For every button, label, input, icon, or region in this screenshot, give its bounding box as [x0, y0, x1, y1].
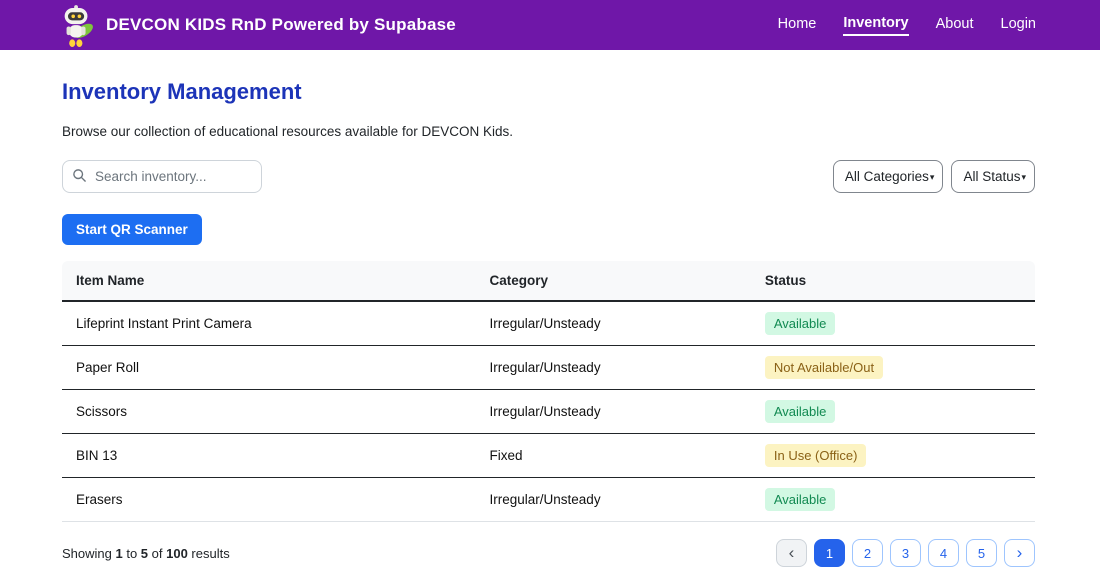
page-title: Inventory Management	[62, 79, 1035, 105]
status-select-value: All Status	[963, 169, 1020, 184]
item-name-cell: Lifeprint Instant Print Camera	[62, 301, 476, 346]
category-select[interactable]: All Categories ▾	[833, 160, 944, 193]
nav-link-inventory[interactable]: Inventory	[843, 15, 908, 36]
brand-title: DEVCON KIDS RnD Powered by Supabase	[106, 15, 456, 35]
brand: DEVCON KIDS RnD Powered by Supabase	[58, 1, 456, 49]
table-row: Paper Roll Irregular/Unsteady Not Availa…	[62, 346, 1035, 390]
status-badge: Not Available/Out	[765, 356, 883, 379]
search-box	[62, 160, 262, 193]
pagination-page-2[interactable]: 2	[852, 539, 883, 567]
search-input[interactable]	[62, 160, 262, 193]
inventory-page: Inventory Management Browse our collecti…	[0, 79, 1100, 567]
chevron-down-icon: ▾	[1021, 172, 1026, 183]
top-navbar: DEVCON KIDS RnD Powered by Supabase Home…	[0, 0, 1100, 50]
filter-selects: All Categories ▾ All Status ▾	[833, 160, 1035, 193]
page-subtitle: Browse our collection of educational res…	[62, 124, 1035, 139]
results-summary-text: results	[188, 546, 230, 561]
status-cell: Available	[751, 478, 1035, 522]
results-total: 100	[166, 546, 188, 561]
start-qr-scanner-button[interactable]: Start QR Scanner	[62, 214, 202, 245]
status-badge: In Use (Office)	[765, 444, 867, 467]
category-cell: Irregular/Unsteady	[476, 346, 751, 390]
status-cell: Available	[751, 390, 1035, 434]
pagination-prev-button[interactable]: ‹	[776, 539, 807, 567]
status-cell: In Use (Office)	[751, 434, 1035, 478]
results-summary-text: of	[148, 546, 166, 561]
pagination-page-3[interactable]: 3	[890, 539, 921, 567]
results-summary: Showing 1 to 5 of 100 results	[62, 546, 230, 561]
status-cell: Available	[751, 301, 1035, 346]
nav-link-login[interactable]: Login	[1001, 16, 1036, 35]
table-header-row: Item Name Category Status	[62, 261, 1035, 301]
inventory-table: Item Name Category Status Lifeprint Inst…	[62, 261, 1035, 522]
results-to: 5	[141, 546, 148, 561]
pagination-next-button[interactable]: ›	[1004, 539, 1035, 567]
column-header-category: Category	[476, 261, 751, 301]
pagination-page-5[interactable]: 5	[966, 539, 997, 567]
column-header-status: Status	[751, 261, 1035, 301]
status-badge: Available	[765, 312, 836, 335]
column-header-item-name: Item Name	[62, 261, 476, 301]
pagination-page-4[interactable]: 4	[928, 539, 959, 567]
chevron-right-icon: ›	[1017, 544, 1023, 561]
results-from: 1	[115, 546, 122, 561]
category-select-value: All Categories	[845, 169, 929, 184]
pagination-page-1[interactable]: 1	[814, 539, 845, 567]
table-row: Erasers Irregular/Unsteady Available	[62, 478, 1035, 522]
pagination: ‹ 1 2 3 4 5 ›	[776, 539, 1035, 567]
table-row: BIN 13 Fixed In Use (Office)	[62, 434, 1035, 478]
status-select[interactable]: All Status ▾	[951, 160, 1035, 193]
chevron-down-icon: ▾	[930, 172, 935, 183]
item-name-cell: BIN 13	[62, 434, 476, 478]
status-cell: Not Available/Out	[751, 346, 1035, 390]
status-badge: Available	[765, 400, 836, 423]
results-summary-text: Showing	[62, 546, 115, 561]
nav-link-about[interactable]: About	[936, 16, 974, 35]
table-row: Scissors Irregular/Unsteady Available	[62, 390, 1035, 434]
table-footer: Showing 1 to 5 of 100 results ‹ 1 2 3 4 …	[62, 539, 1035, 567]
category-cell: Fixed	[476, 434, 751, 478]
table-row: Lifeprint Instant Print Camera Irregular…	[62, 301, 1035, 346]
category-cell: Irregular/Unsteady	[476, 390, 751, 434]
status-badge: Available	[765, 488, 836, 511]
main-nav: Home Inventory About Login	[778, 15, 1036, 36]
search-icon	[72, 168, 87, 183]
item-name-cell: Scissors	[62, 390, 476, 434]
results-summary-text: to	[123, 546, 141, 561]
category-cell: Irregular/Unsteady	[476, 301, 751, 346]
item-name-cell: Paper Roll	[62, 346, 476, 390]
robot-mascot-logo	[58, 5, 96, 49]
nav-link-home[interactable]: Home	[778, 16, 817, 35]
chevron-left-icon: ‹	[789, 544, 795, 561]
filters-row: All Categories ▾ All Status ▾	[62, 160, 1035, 193]
category-cell: Irregular/Unsteady	[476, 478, 751, 522]
item-name-cell: Erasers	[62, 478, 476, 522]
